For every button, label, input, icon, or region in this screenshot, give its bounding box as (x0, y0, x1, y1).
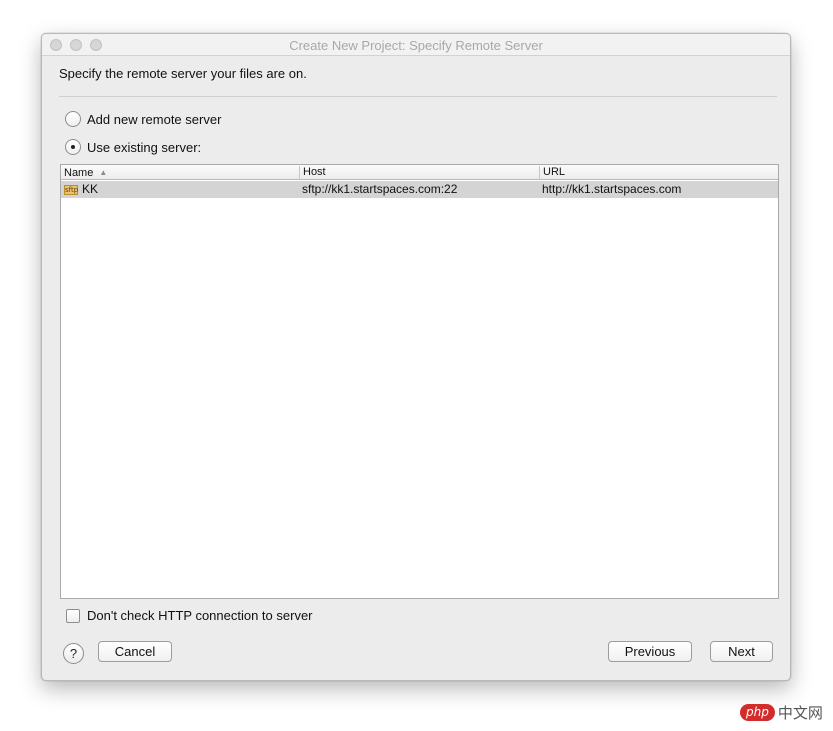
use-existing-server-label: Use existing server: (87, 139, 202, 155)
cell-url: http://kk1.startspaces.com (542, 182, 682, 196)
watermark: php 中文网 (740, 702, 823, 723)
column-header-host[interactable]: Host (300, 166, 540, 180)
window-title: Create New Project: Specify Remote Serve… (289, 38, 543, 53)
column-header-url[interactable]: URL (540, 166, 778, 180)
use-existing-server-option[interactable]: Use existing server: (65, 139, 201, 155)
cell-name: sftp KK (64, 182, 99, 196)
title-bar: Create New Project: Specify Remote Serve… (42, 34, 790, 56)
dont-check-http-checkbox[interactable] (66, 608, 80, 623)
help-button[interactable]: ? (63, 643, 84, 664)
dont-check-http-label: Don't check HTTP connection to server (87, 608, 313, 623)
table-row[interactable]: sftp KK sftp://kk1.startspaces.com:22 htt… (61, 181, 778, 198)
add-new-server-option[interactable]: Add new remote server (65, 111, 221, 127)
sftp-server-icon: sftp (64, 185, 79, 195)
add-new-server-radio[interactable] (65, 111, 81, 127)
dont-check-http-option[interactable]: Don't check HTTP connection to server (66, 608, 313, 623)
separator (59, 96, 777, 97)
next-button[interactable]: Next (710, 641, 773, 662)
cancel-button[interactable]: Cancel (98, 641, 172, 662)
sort-ascending-icon: ▲ (99, 168, 108, 177)
instruction-text: Specify the remote server your files are… (59, 66, 307, 81)
watermark-badge: php (740, 704, 775, 721)
use-existing-server-radio[interactable] (65, 139, 81, 155)
dialog-window: Create New Project: Specify Remote Serve… (41, 33, 791, 681)
server-table: Name ▲ Host URL sftp KK sftp://kk1.startsp… (60, 164, 779, 599)
column-header-name[interactable]: Name ▲ (61, 166, 300, 180)
previous-button[interactable]: Previous (608, 641, 692, 662)
watermark-text: 中文网 (777, 705, 823, 722)
cell-host: sftp://kk1.startspaces.com:22 (302, 182, 458, 196)
add-new-server-label: Add new remote server (87, 111, 222, 127)
table-header: Name ▲ Host URL (61, 165, 778, 180)
